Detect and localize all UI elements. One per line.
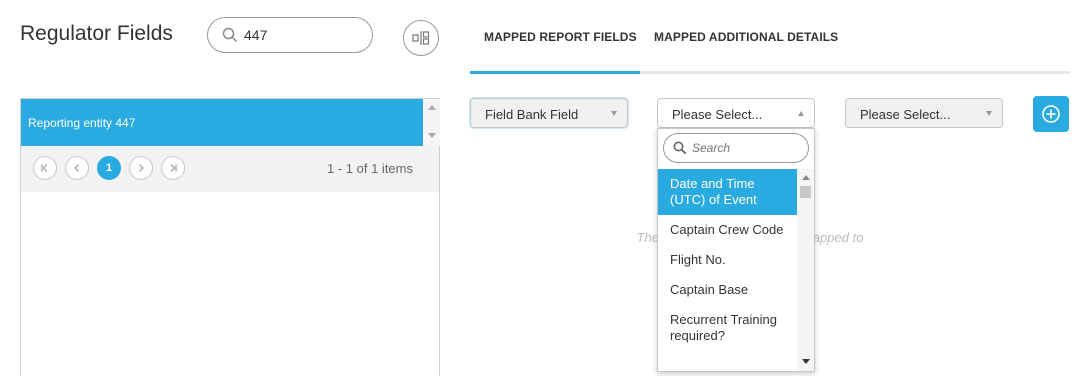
pager-info: 1 - 1 of 1 items [327,161,413,176]
active-tab-indicator [470,71,640,74]
split-columns-icon [412,31,430,45]
scroll-down-icon[interactable] [428,133,436,138]
prev-page-button[interactable] [65,156,89,180]
field-select-popup: Date and Time (UTC) of Event Captain Cre… [657,128,815,372]
first-page-button[interactable] [33,156,57,180]
option-item[interactable]: Flight No. [658,245,797,275]
option-item[interactable]: Captain Base [658,275,797,305]
field-select-value: Please Select... [672,107,763,122]
secondary-select-dropdown[interactable]: Please Select... [845,98,1003,128]
page-title: Regulator Fields [20,22,173,45]
popup-search-box[interactable] [663,133,809,163]
field-type-dropdown[interactable]: Field Bank Field [470,98,628,128]
regulator-fields-list: Reporting entity 447 1 1 - 1 of 1 items [20,98,440,376]
last-page-icon [170,164,177,172]
pager: 1 1 - 1 of 1 items [21,146,439,192]
search-icon [673,141,687,155]
scroll-up-icon[interactable] [802,175,810,180]
scroll-up-icon[interactable] [428,105,436,110]
list-scrollbar[interactable] [423,99,440,146]
page-number-button[interactable]: 1 [97,156,121,180]
last-page-button[interactable] [161,156,185,180]
next-page-button[interactable] [129,156,153,180]
field-type-value: Field Bank Field [485,107,579,122]
list-item-selected[interactable]: Reporting entity 447 [21,99,423,146]
caret-up-icon [798,111,804,116]
search-icon [222,27,238,43]
option-item[interactable]: Captain Crew Code [658,215,797,245]
option-item[interactable]: Recurrent Training required? [658,305,797,351]
tab-mapped-report-fields[interactable]: MAPPED REPORT FIELDS [484,30,637,44]
scroll-down-icon[interactable] [802,359,810,364]
add-circle-icon [1042,105,1060,123]
option-item[interactable]: Date and Time (UTC) of Event [658,169,797,215]
next-page-icon [139,164,144,172]
first-page-icon [41,164,48,172]
tab-bar: MAPPED REPORT FIELDS MAPPED ADDITIONAL D… [470,0,1070,76]
prev-page-icon [74,164,79,172]
add-mapping-button[interactable] [1033,96,1069,132]
popup-scrollbar[interactable] [797,169,814,371]
caret-down-icon [611,111,617,116]
regulator-search-input[interactable] [244,27,364,43]
popup-option-list: Date and Time (UTC) of Event Captain Cre… [658,169,797,371]
secondary-select-value: Please Select... [860,107,951,122]
popup-search-input[interactable] [692,141,792,155]
split-view-button[interactable] [403,20,439,56]
scroll-thumb[interactable] [800,186,811,198]
tab-mapped-additional-details[interactable]: MAPPED ADDITIONAL DETAILS [654,30,838,44]
caret-down-icon [986,111,992,116]
regulator-search-box[interactable] [207,17,373,53]
field-select-dropdown[interactable]: Please Select... [657,98,815,128]
